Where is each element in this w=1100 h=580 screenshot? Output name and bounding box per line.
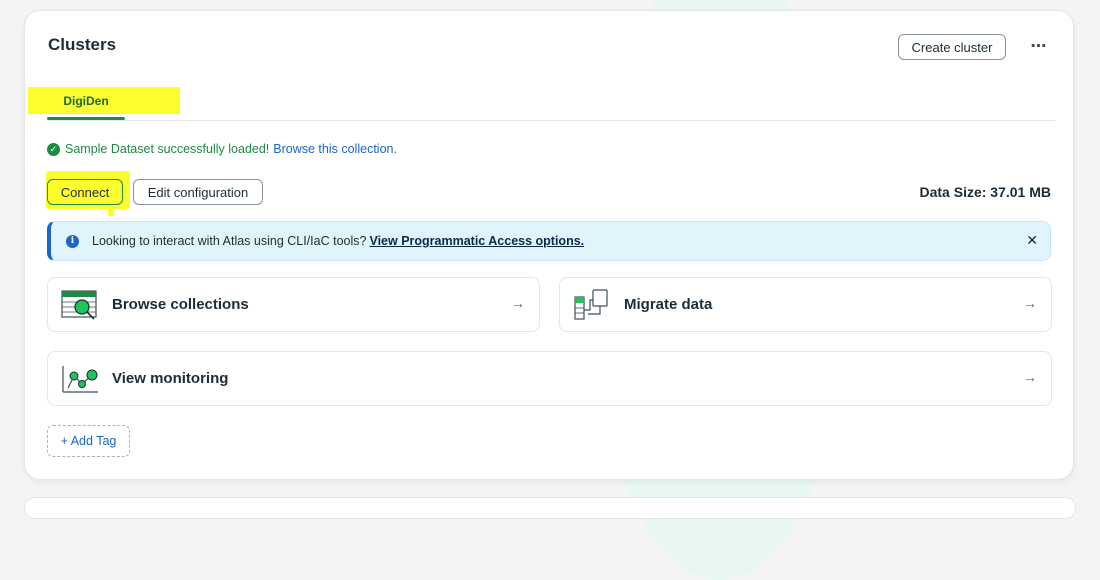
data-size-label: Data Size: 37.01 MB	[919, 184, 1052, 200]
page-title: Clusters	[48, 35, 117, 54]
banner-text: Looking to interact with Atlas using CLI…	[92, 234, 367, 248]
arrow-right-icon: →	[1023, 295, 1037, 311]
status-message: ✓ Sample Dataset successfully loaded! Br…	[47, 142, 397, 156]
browse-collections-label: Browse collections	[112, 296, 249, 313]
status-text: Sample Dataset successfully loaded!	[65, 142, 270, 156]
migrate-data-card[interactable]: Migrate data →	[559, 277, 1052, 332]
view-monitoring-card[interactable]: View monitoring →	[47, 351, 1052, 406]
monitoring-icon	[62, 365, 98, 393]
add-tag-button[interactable]: + Add Tag	[47, 425, 130, 457]
browse-collections-card[interactable]: Browse collections →	[47, 277, 540, 332]
check-circle-icon: ✓	[47, 142, 60, 156]
connect-highlight-tail	[108, 206, 114, 216]
migrate-data-label: Migrate data	[624, 296, 713, 313]
edit-configuration-button[interactable]: Edit configuration	[133, 179, 263, 205]
browse-collections-icon	[61, 289, 97, 320]
browse-collection-link[interactable]: Browse this collection.	[273, 142, 397, 156]
clusters-card: Clusters Create cluster ⋯ DigiDen ✓ Samp…	[24, 10, 1074, 480]
close-icon[interactable]: ✕	[1026, 232, 1038, 249]
connect-button[interactable]: Connect	[47, 179, 123, 205]
info-icon: i	[66, 234, 79, 248]
migrate-data-icon	[574, 288, 608, 320]
create-cluster-button[interactable]: Create cluster	[898, 34, 1006, 60]
ellipsis-icon[interactable]: ⋯	[1027, 33, 1051, 59]
arrow-right-icon: →	[1023, 369, 1037, 385]
tab-digiden[interactable]: DigiDen	[47, 91, 125, 119]
arrow-right-icon: →	[511, 295, 525, 311]
tab-divider	[47, 120, 1055, 121]
view-monitoring-label: View monitoring	[112, 370, 229, 387]
info-banner: i Looking to interact with Atlas using C…	[47, 221, 1051, 261]
programmatic-access-link[interactable]: View Programmatic Access options.	[369, 234, 584, 248]
next-card-edge	[24, 497, 1076, 519]
